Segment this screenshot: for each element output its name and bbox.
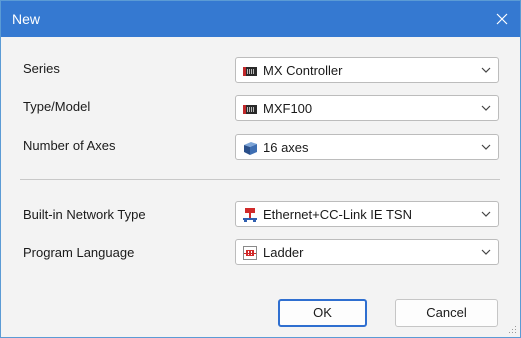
chevron-down-icon: [481, 67, 491, 73]
number-of-axes-value: 16 axes: [263, 140, 309, 155]
network-type-select[interactable]: Ethernet+CC-Link IE TSN: [235, 201, 499, 227]
separator: [20, 179, 500, 180]
resize-grip-icon[interactable]: [507, 324, 517, 334]
type-model-select[interactable]: MXF100: [235, 95, 499, 121]
title-bar[interactable]: New: [1, 1, 520, 37]
number-of-axes-select[interactable]: 16 axes: [235, 134, 499, 160]
series-value: MX Controller: [263, 63, 343, 78]
chevron-down-icon: [481, 249, 491, 255]
type-model-label: Type/Model: [23, 99, 91, 114]
series-select[interactable]: MX Controller: [235, 57, 499, 83]
program-language-label: Program Language: [23, 245, 135, 260]
ok-button[interactable]: OK: [278, 299, 367, 327]
dialog-title: New: [12, 11, 41, 27]
network-icon: [243, 208, 257, 222]
network-type-label: Built-in Network Type: [23, 207, 146, 222]
new-project-dialog: New Series MX Controller Type/Model MXF1…: [0, 0, 521, 338]
ladder-icon: [243, 246, 257, 260]
chevron-down-icon: [481, 144, 491, 150]
network-type-value: Ethernet+CC-Link IE TSN: [263, 207, 412, 222]
number-of-axes-label: Number of Axes: [23, 138, 116, 153]
close-icon: [496, 13, 508, 25]
program-language-select[interactable]: Ladder: [235, 239, 499, 265]
controller-module-icon: [243, 105, 257, 114]
close-button[interactable]: [488, 5, 516, 33]
chevron-down-icon: [481, 211, 491, 217]
type-model-value: MXF100: [263, 101, 313, 116]
axes-cube-icon: [244, 142, 257, 155]
cancel-button[interactable]: Cancel: [395, 299, 498, 327]
chevron-down-icon: [481, 105, 491, 111]
controller-module-icon: [243, 67, 257, 76]
series-label: Series: [23, 61, 60, 76]
program-language-value: Ladder: [263, 245, 304, 260]
